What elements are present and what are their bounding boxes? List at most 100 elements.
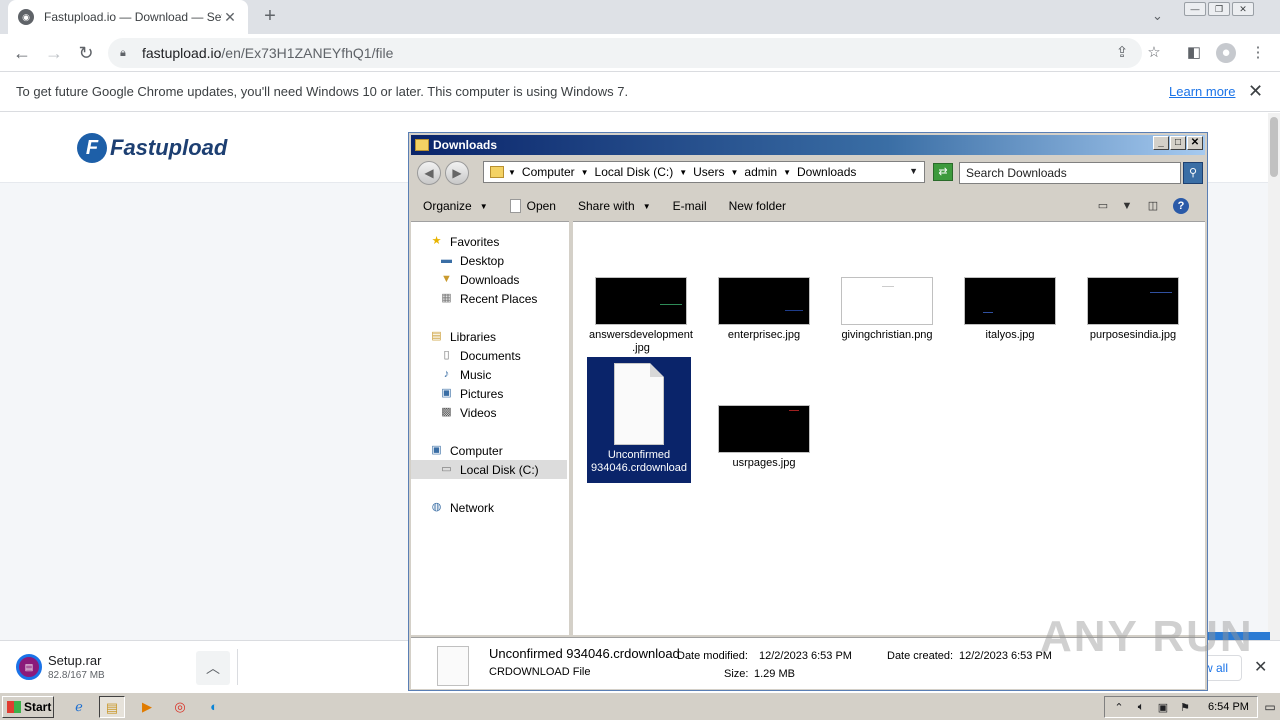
logo-mark: F (77, 133, 107, 163)
nav-videos[interactable]: ▩ Videos (439, 403, 496, 422)
chevron-down-icon[interactable]: ▼ (783, 168, 791, 177)
share-icon[interactable]: ⇪ (1112, 43, 1132, 63)
open-label: Open (526, 199, 556, 213)
browser-toolbar: ← → ↻ 🔒︎ fastupload.io/en/Ex73H1ZANEYfhQ… (0, 34, 1280, 72)
chevron-down-icon[interactable]: ▼ (679, 168, 687, 177)
restore-window-button[interactable]: ❐ (1208, 2, 1230, 16)
learn-more-link[interactable]: Learn more (1169, 84, 1235, 99)
edge-icon[interactable]: ◐ (201, 696, 227, 718)
chevron-down-icon[interactable]: ▼ (730, 168, 738, 177)
browser-tab[interactable]: ◉ Fastupload.io — Download — Setup ✕ (8, 0, 248, 34)
taskbar-clock[interactable]: 6:54 PM (1208, 701, 1249, 713)
file-list: answersdevelopment.jpg enterprisec.jpg g… (573, 221, 1205, 635)
tab-search-icon[interactable]: ⌄ (1152, 8, 1163, 24)
start-label: Start (24, 700, 52, 714)
breadcrumb-local-disk[interactable]: Local Disk (C:) (595, 165, 674, 179)
explorer-minimize-button[interactable]: _ (1153, 136, 1169, 150)
nav-pictures[interactable]: ▣ Pictures (439, 384, 503, 403)
back-button[interactable]: ◀ (417, 161, 441, 185)
share-with-button[interactable]: Share with ▼ (578, 199, 651, 213)
side-panel-icon[interactable]: ◧ (1184, 43, 1204, 63)
close-tab-icon[interactable]: ✕ (222, 9, 238, 26)
file-item[interactable]: usrpages.jpg (712, 405, 816, 470)
chevron-down-icon[interactable]: ▼ (581, 168, 589, 177)
start-button[interactable]: Start (2, 696, 54, 718)
media-player-icon[interactable]: ▶ (134, 696, 160, 718)
change-view-icon[interactable]: ▭ (1095, 198, 1111, 214)
profile-avatar-icon[interactable]: ● (1216, 43, 1236, 63)
new-folder-button[interactable]: New folder (729, 199, 786, 213)
forward-button[interactable]: ▶ (445, 161, 469, 185)
file-name: enterprisec.jpg (727, 329, 801, 341)
view-options-chevron-icon[interactable]: ▼ (1119, 198, 1135, 214)
page-scrollbar[interactable] (1268, 113, 1280, 640)
nav-network[interactable]: ◍ Network (429, 498, 494, 517)
email-button[interactable]: E-mail (673, 199, 707, 213)
breadcrumb-computer[interactable]: Computer (522, 165, 575, 179)
address-bar[interactable]: 🔒︎ fastupload.io/en/Ex73H1ZANEYfhQ1/file (108, 38, 1142, 68)
help-icon[interactable]: ? (1173, 198, 1189, 214)
file-item[interactable]: purposesindia.jpg (1081, 277, 1185, 342)
file-item[interactable]: italyos.jpg (958, 277, 1062, 342)
file-item-selected[interactable]: Unconfirmed 934046.crdownload (587, 357, 691, 483)
explorer-close-button[interactable]: ✕ (1187, 136, 1203, 150)
nav-desktop[interactable]: ▬ Desktop (439, 251, 504, 270)
internet-explorer-icon[interactable]: ℯ (66, 696, 92, 718)
libraries-icon: ▤ (431, 330, 442, 342)
minimize-window-button[interactable]: — (1184, 2, 1206, 16)
organize-button[interactable]: Organize ▼ (423, 199, 488, 213)
show-hidden-icons-icon[interactable]: ⌃ (1111, 701, 1127, 714)
address-breadcrumb[interactable]: ▼ Computer ▼ Local Disk (C:) ▼ Users ▼ a… (483, 161, 925, 183)
chevron-down-icon[interactable]: ▼ (508, 168, 516, 177)
taskbar: Start ℯ ▤ ▶ ◎ ◐ ⌃ 🔈︎ ▣ ⚑ 6:54 PM ▭ (0, 692, 1280, 720)
nav-computer[interactable]: ▣ Computer (429, 441, 502, 460)
nav-downloads[interactable]: ▼ Downloads (439, 270, 519, 289)
address-dropdown-icon[interactable]: ▼ (909, 166, 918, 176)
new-tab-button[interactable]: + (258, 5, 282, 29)
file-name: purposesindia.jpg (1089, 329, 1177, 341)
close-download-bar-icon[interactable]: ✕ (1254, 657, 1267, 677)
refresh-icon[interactable]: ⇄ (933, 163, 953, 181)
nav-libraries-label: Libraries (450, 329, 497, 344)
music-icon: ♪ (443, 368, 450, 380)
open-button[interactable]: Open (509, 199, 556, 213)
volume-icon[interactable]: 🔈︎ (1133, 701, 1149, 714)
action-center-flag-icon[interactable]: ⚑ (1177, 701, 1193, 714)
back-arrow-icon[interactable]: ← (10, 41, 34, 65)
breadcrumb-downloads[interactable]: Downloads (797, 165, 856, 179)
menu-dots-icon[interactable]: ⋮ (1248, 43, 1268, 63)
lock-icon: 🔒︎ (120, 47, 126, 59)
nav-libraries[interactable]: ▤ Libraries (429, 327, 496, 346)
close-window-button[interactable]: ✕ (1232, 2, 1254, 16)
site-logo[interactable]: F Fastupload (77, 133, 227, 163)
file-item[interactable]: givingchristian.png (835, 277, 939, 342)
nav-local-disk[interactable]: ▭ Local Disk (C:) (411, 460, 567, 479)
show-desktop-icon[interactable]: ▭ (1262, 697, 1278, 717)
nav-recent-places[interactable]: ▦ Recent Places (439, 289, 537, 308)
explorer-taskbar-icon[interactable]: ▤ (99, 696, 125, 718)
bookmark-star-icon[interactable]: ☆ (1144, 43, 1164, 63)
explorer-title-bar[interactable]: Downloads (411, 135, 1205, 155)
forward-arrow-icon[interactable]: → (42, 41, 66, 65)
file-item[interactable]: answersdevelopment.jpg (589, 277, 693, 355)
nav-documents[interactable]: ▯ Documents (439, 346, 520, 365)
scrollbar-thumb[interactable] (1270, 117, 1278, 177)
search-input[interactable]: Search Downloads (959, 162, 1181, 184)
breadcrumb-admin[interactable]: admin (744, 165, 777, 179)
close-infobar-icon[interactable]: ✕ (1248, 81, 1263, 102)
explorer-maximize-button[interactable]: □ (1170, 136, 1186, 150)
reload-icon[interactable]: ↻ (74, 41, 98, 65)
preview-pane-icon[interactable]: ◫ (1145, 198, 1161, 214)
search-icon[interactable]: ⚲ (1183, 162, 1203, 184)
file-item[interactable]: enterprisec.jpg (712, 277, 816, 342)
nav-music[interactable]: ♪ Music (439, 365, 492, 384)
folder-icon (490, 166, 504, 178)
date-created-value: 12/2/2023 6:53 PM (959, 650, 1052, 662)
chevron-up-icon[interactable]: ︿ (196, 651, 230, 685)
chrome-icon[interactable]: ◎ (167, 696, 193, 718)
nav-favorites[interactable]: ★ Favorites (429, 232, 500, 251)
breadcrumb-users[interactable]: Users (693, 165, 724, 179)
network-tray-icon[interactable]: ▣ (1155, 701, 1171, 714)
download-item[interactable]: ▤ Setup.rar 82.8/167 MB (16, 653, 105, 681)
nav-pictures-label: Pictures (460, 386, 504, 401)
